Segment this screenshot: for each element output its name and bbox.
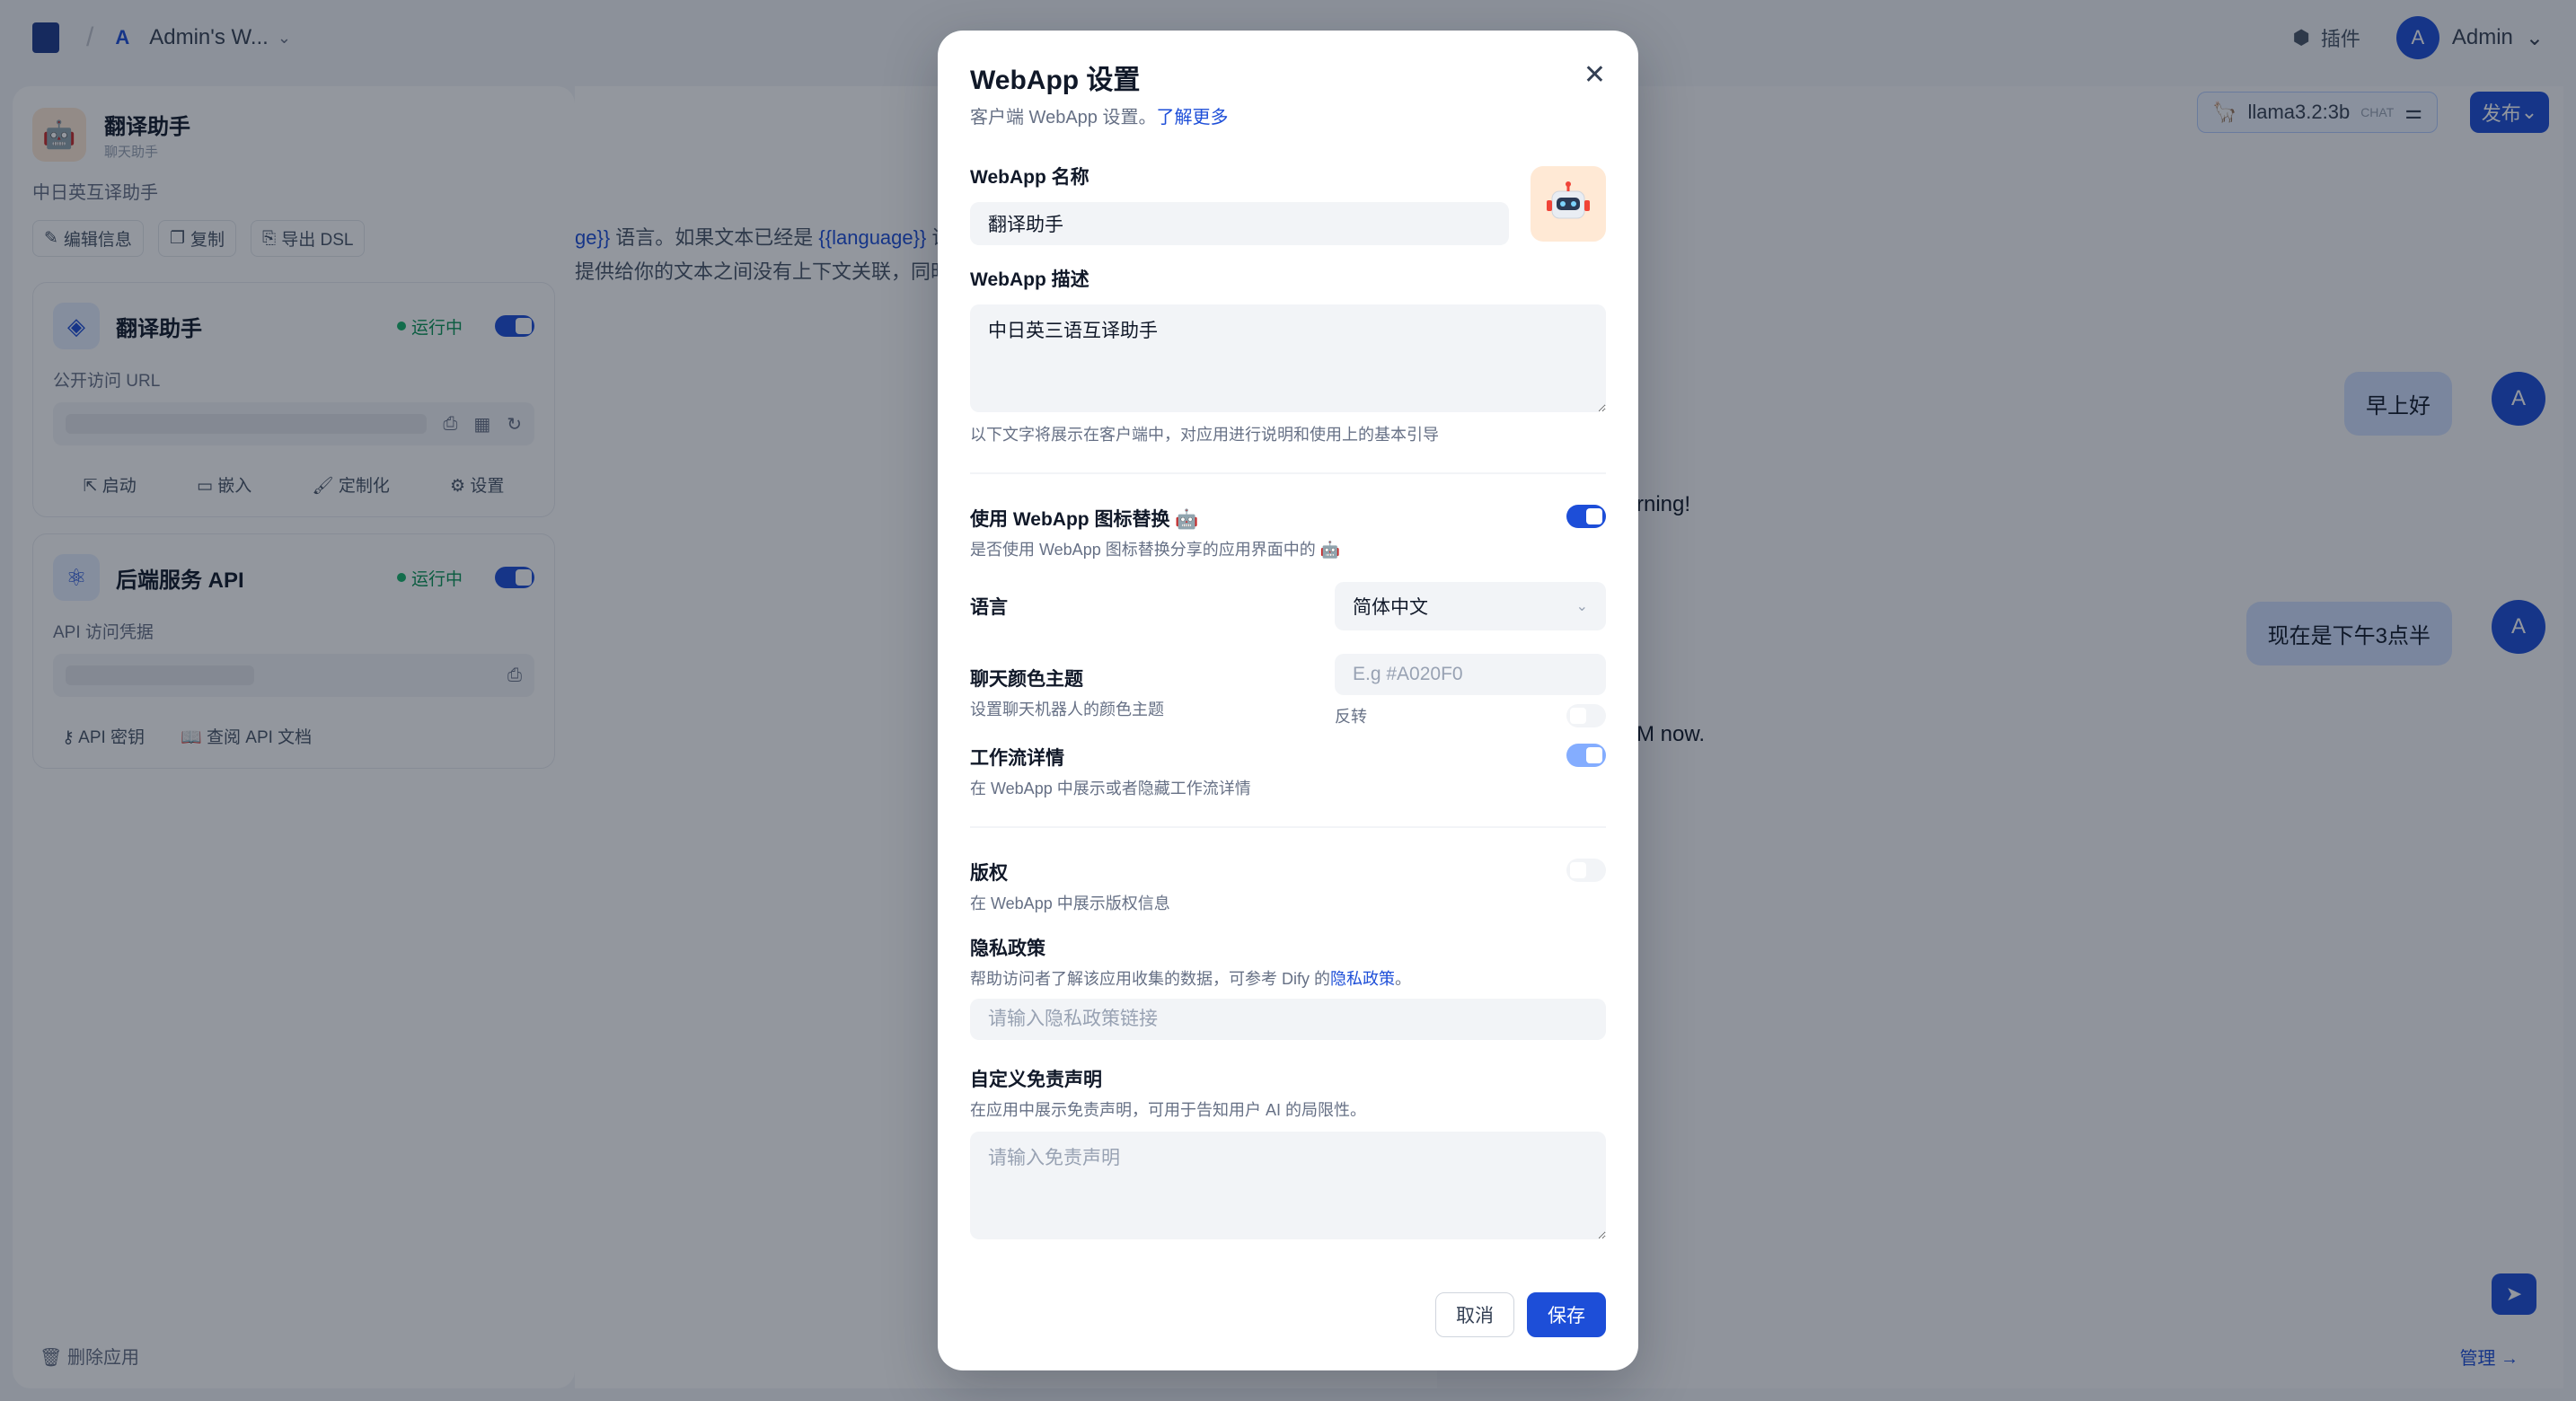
webapp-icon-picker[interactable] xyxy=(1531,166,1606,242)
close-icon[interactable]: ✕ xyxy=(1584,59,1606,91)
learn-more-link[interactable]: 了解更多 xyxy=(1156,108,1228,128)
copyright-toggle[interactable] xyxy=(1566,859,1606,882)
language-select[interactable]: 简体中文 ⌄ xyxy=(1335,582,1606,630)
chevron-down-icon: ⌄ xyxy=(1575,599,1588,614)
icon-replace-help: 是否使用 WebApp 图标替换分享的应用界面中的 🤖 xyxy=(970,541,1341,559)
webapp-name-label: WebApp 名称 xyxy=(970,167,1090,188)
modal-title: WebApp 设置 xyxy=(970,66,1141,95)
invert-label: 反转 xyxy=(1335,708,1367,726)
modal-subtitle: 客户端 WebApp 设置。了解更多 xyxy=(970,108,1229,128)
privacy-policy-input[interactable] xyxy=(970,999,1606,1040)
webapp-desc-label: WebApp 描述 xyxy=(970,269,1090,290)
privacy-policy-link[interactable]: 隐私政策 xyxy=(1330,970,1395,988)
cancel-button[interactable]: 取消 xyxy=(1435,1292,1514,1337)
workflow-details-help: 在 WebApp 中展示或者隐藏工作流详情 xyxy=(970,780,1251,797)
disclaimer-help: 在应用中展示免责声明，可用于告知用户 AI 的局限性。 xyxy=(970,1101,1367,1119)
robot-icon xyxy=(1547,181,1590,219)
copyright-help: 在 WebApp 中展示版权信息 xyxy=(970,894,1170,912)
save-button[interactable]: 保存 xyxy=(1527,1292,1606,1337)
language-value: 简体中文 xyxy=(1353,597,1428,618)
icon-replace-toggle[interactable] xyxy=(1566,505,1606,528)
invert-toggle[interactable] xyxy=(1566,704,1606,727)
workflow-details-toggle[interactable] xyxy=(1566,744,1606,767)
webapp-desc-help: 以下文字将展示在客户端中，对应用进行说明和使用上的基本引导 xyxy=(970,426,1439,444)
icon-replace-label: 使用 WebApp 图标替换 🤖 xyxy=(970,509,1199,530)
disclaimer-textarea[interactable] xyxy=(970,1132,1606,1239)
theme-color-input[interactable] xyxy=(1335,654,1606,695)
privacy-policy-label: 隐私政策 xyxy=(970,938,1045,959)
robot-icon: 🤖 xyxy=(1175,509,1199,530)
language-label: 语言 xyxy=(970,597,1008,618)
robot-icon: 🤖 xyxy=(1319,541,1341,559)
webapp-desc-textarea[interactable]: 中日英三语互译助手 xyxy=(970,304,1606,412)
copyright-label: 版权 xyxy=(970,863,1008,884)
webapp-name-input[interactable] xyxy=(970,202,1509,245)
workflow-details-label: 工作流详情 xyxy=(970,748,1064,769)
privacy-policy-help: 帮助访问者了解该应用收集的数据，可参考 Dify 的隐私政策。 xyxy=(970,970,1411,988)
theme-label: 聊天颜色主题 xyxy=(970,669,1083,690)
disclaimer-label: 自定义免责声明 xyxy=(970,1070,1102,1090)
webapp-settings-modal: ✕ WebApp 设置 客户端 WebApp 设置。了解更多 WebApp 名称… xyxy=(938,31,1638,1370)
theme-help: 设置聊天机器人的颜色主题 xyxy=(970,700,1164,718)
